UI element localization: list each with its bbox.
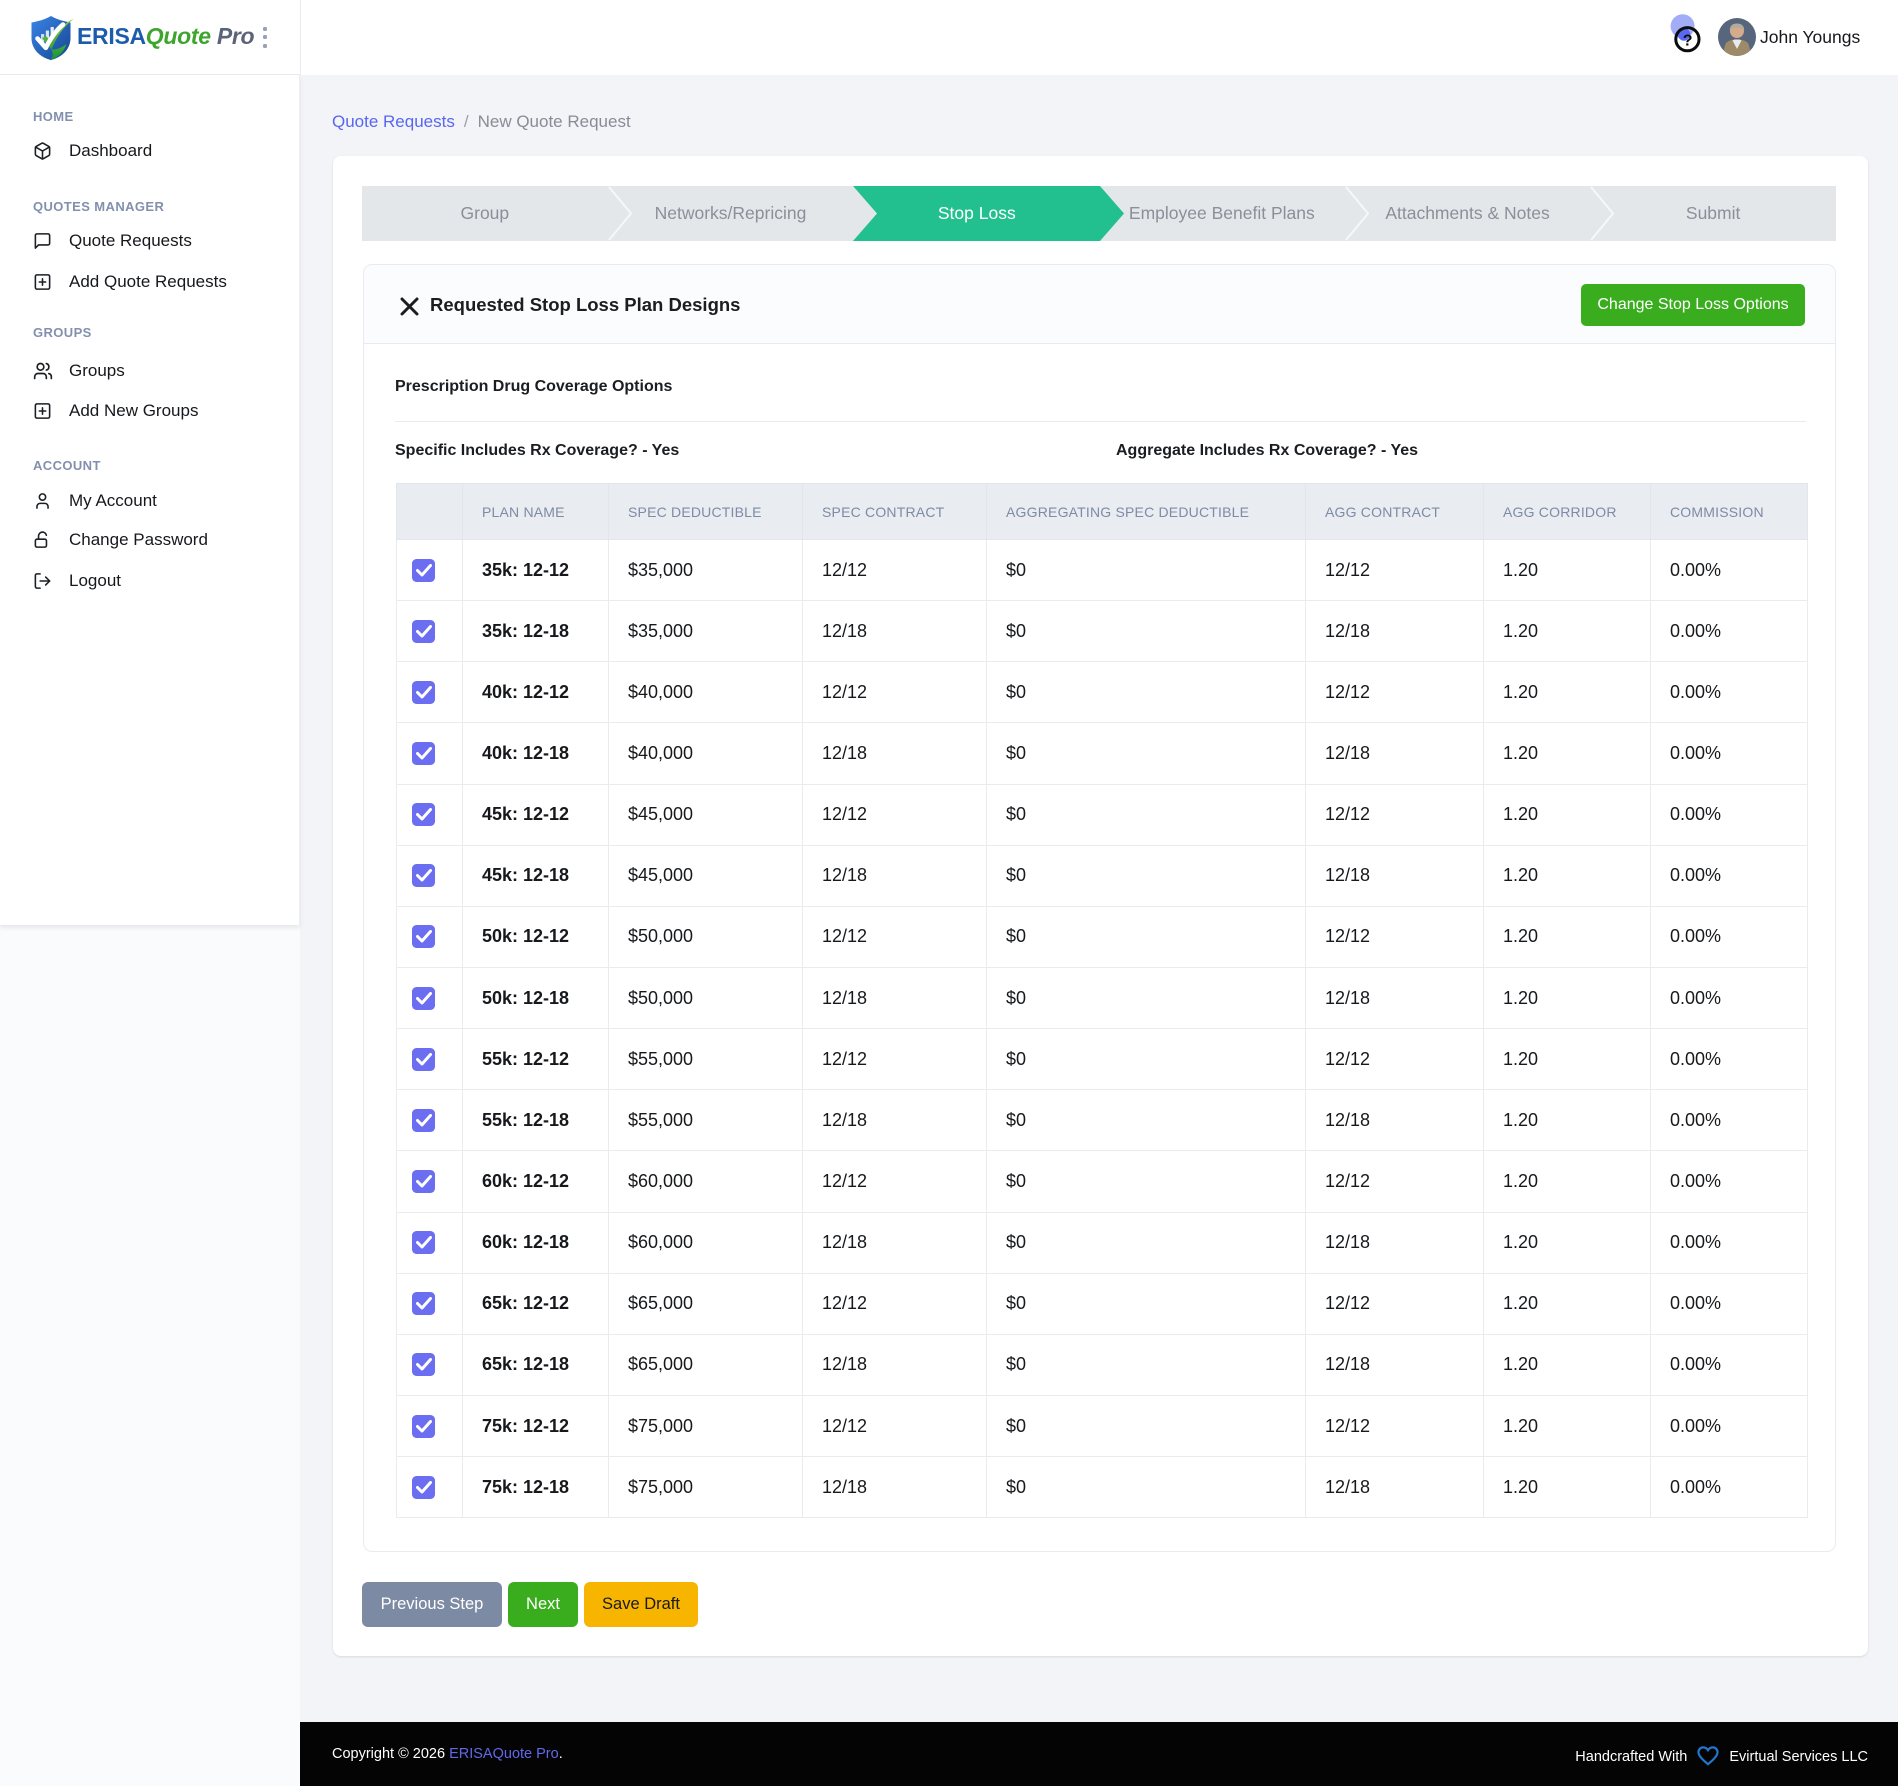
svg-text:?: ? — [1683, 33, 1693, 50]
